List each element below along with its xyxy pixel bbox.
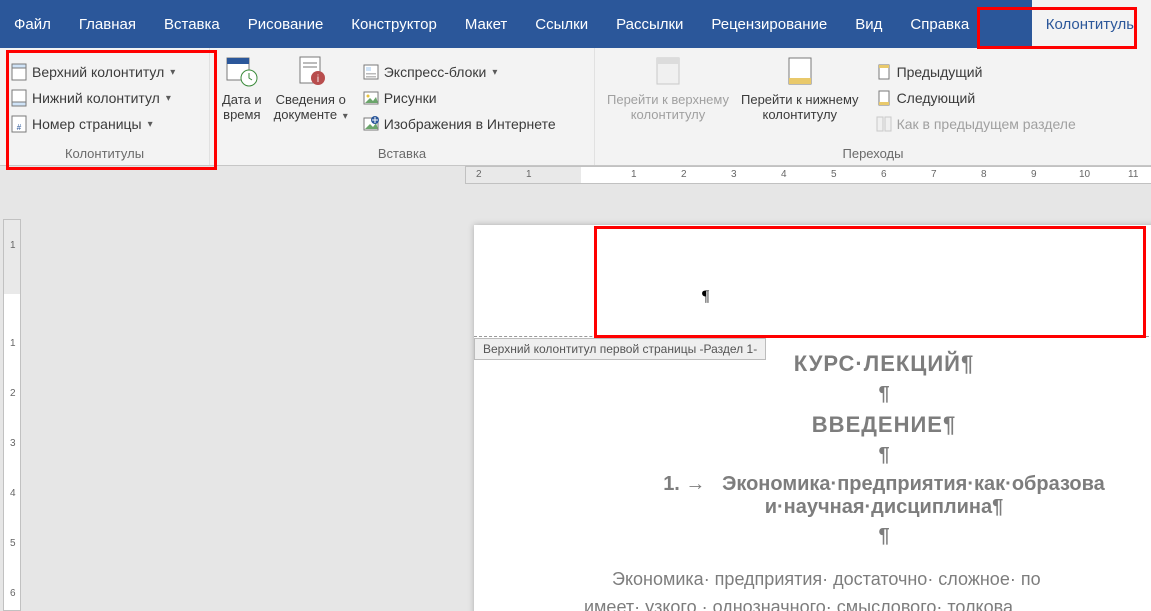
- footer-dropdown-label: Нижний колонтитул: [32, 90, 160, 106]
- paragraph: Экономика· предприятия· достаточно· слож…: [584, 566, 1151, 611]
- goto-header-button: Перейти к верхнемуколонтитулу: [601, 52, 735, 144]
- chevron-down-icon: ▾: [170, 67, 175, 78]
- page-header-icon: [10, 63, 28, 81]
- docinfo-dropdown[interactable]: i Сведения одокументе ▾: [268, 52, 354, 144]
- goto-footer-button[interactable]: Перейти к нижнемуколонтитулу: [735, 52, 865, 144]
- vertical-ruler-wrap: 1 1 2 3 4 5 6: [0, 189, 24, 611]
- tab-layout[interactable]: Макет: [451, 0, 521, 48]
- previous-section-button[interactable]: Предыдущий: [871, 61, 1080, 83]
- doc-intro: ВВЕДЕНИЕ¶: [584, 412, 1151, 438]
- header-zone[interactable]: ¶: [589, 230, 1149, 335]
- group-headerfooter: Верхний колонтитул ▾ Нижний колонтитул ▾…: [0, 48, 210, 165]
- tab-design[interactable]: Конструктор: [337, 0, 451, 48]
- footer-dropdown[interactable]: Нижний колонтитул ▾: [6, 87, 203, 109]
- calendar-clock-icon: [225, 54, 259, 88]
- group-headerfooter-label: Колонтитулы: [6, 144, 203, 163]
- ribbon-bar: Верхний колонтитул ▾ Нижний колонтитул ▾…: [0, 48, 1151, 166]
- svg-text:#: #: [17, 123, 22, 132]
- tab-draw[interactable]: Рисование: [234, 0, 338, 48]
- doc-title: КУРС·ЛЕКЦИЙ¶: [584, 351, 1151, 377]
- header-separator: [474, 336, 1151, 337]
- page-number-icon: #: [10, 115, 28, 133]
- chevron-down-icon: ▾: [166, 93, 171, 104]
- group-navigation: Перейти к верхнемуколонтитулу Перейти к …: [595, 48, 1151, 165]
- next-icon: [875, 89, 893, 107]
- goto-header-icon: [651, 54, 685, 88]
- chevron-down-icon: ▾: [343, 111, 348, 122]
- group-insert-label: Вставка: [216, 144, 588, 163]
- onlinepictures-button[interactable]: Изображения в Интернете: [358, 113, 560, 135]
- cursor-pilcrow: ¶: [702, 288, 709, 306]
- tab-file[interactable]: Файл: [0, 0, 65, 48]
- group-navigation-label: Переходы: [601, 144, 1145, 163]
- online-picture-icon: [362, 115, 380, 133]
- tab-home[interactable]: Главная: [65, 0, 150, 48]
- tab-headerfooter[interactable]: Колонтитулы: [1032, 0, 1151, 48]
- svg-text:i: i: [317, 74, 319, 85]
- datetime-button[interactable]: Дата ивремя: [216, 52, 268, 144]
- chevron-down-icon: ▾: [492, 67, 497, 78]
- tab-view[interactable]: Вид: [841, 0, 896, 48]
- vertical-ruler[interactable]: 1 1 2 3 4 5 6: [3, 219, 21, 611]
- horizontal-ruler[interactable]: 2 1 1 2 3 4 5 6 7 8 9 10 11: [465, 166, 1151, 184]
- page-footer-icon: [10, 89, 28, 107]
- horizontal-ruler-wrap: 2 1 1 2 3 4 5 6 7 8 9 10 11: [0, 166, 1151, 184]
- tab-review[interactable]: Рецензирование: [697, 0, 841, 48]
- document-info-icon: i: [294, 54, 328, 88]
- link-previous-icon: [875, 115, 893, 133]
- quickparts-icon: [362, 63, 380, 81]
- document-area[interactable]: ¶ Верхний колонтитул первой страницы -Ра…: [24, 189, 1151, 611]
- document-body: КУРС·ЛЕКЦИЙ¶ ¶ ВВЕДЕНИЕ¶ ¶ 1. → Экономик…: [584, 351, 1151, 611]
- chevron-down-icon: ▾: [148, 119, 153, 130]
- page[interactable]: ¶ Верхний колонтитул первой страницы -Ра…: [474, 225, 1151, 611]
- group-insert: Дата ивремя i Сведения одокументе ▾ Эксп…: [210, 48, 595, 165]
- pilcrow-line: ¶: [584, 525, 1151, 548]
- next-section-button[interactable]: Следующий: [871, 87, 1080, 109]
- header-dropdown-label: Верхний колонтитул: [32, 64, 164, 80]
- tab-references[interactable]: Ссылки: [521, 0, 602, 48]
- pilcrow-line: ¶: [584, 444, 1151, 467]
- tab-mailings[interactable]: Рассылки: [602, 0, 697, 48]
- tab-insert[interactable]: Вставка: [150, 0, 234, 48]
- header-dropdown[interactable]: Верхний колонтитул ▾: [6, 61, 203, 83]
- tab-help[interactable]: Справка: [896, 0, 983, 48]
- pagenumber-dropdown[interactable]: # Номер страницы ▾: [6, 113, 203, 135]
- link-to-previous-button: Как в предыдущем разделе: [871, 113, 1080, 135]
- pictures-button[interactable]: Рисунки: [358, 87, 560, 109]
- tab-headerfooter-label: Колонтитулы: [1046, 16, 1137, 33]
- pagenumber-dropdown-label: Номер страницы: [32, 116, 142, 132]
- pilcrow-line: ¶: [584, 383, 1151, 406]
- previous-icon: [875, 63, 893, 81]
- goto-footer-icon: [783, 54, 817, 88]
- quickparts-dropdown[interactable]: Экспресс-блоки ▾: [358, 61, 560, 83]
- picture-icon: [362, 89, 380, 107]
- ribbon-tabs: Файл Главная Вставка Рисование Конструкт…: [0, 0, 1151, 48]
